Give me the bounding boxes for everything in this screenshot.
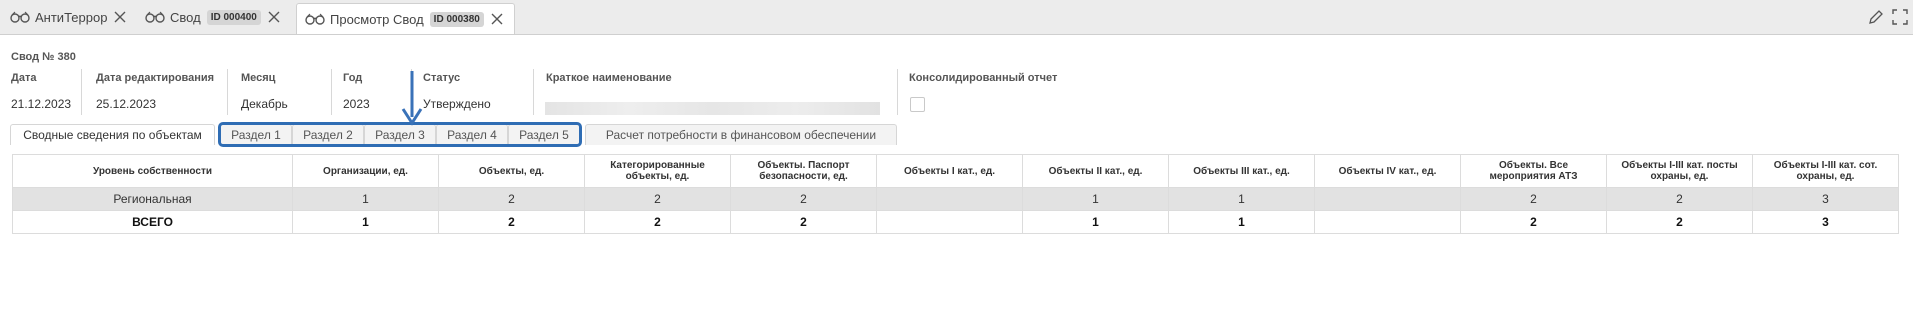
id-badge: ID 000400 [206,9,261,25]
column-header[interactable]: Объекты II кат., ед. [1022,154,1169,188]
table-cell: 2 [584,187,731,211]
field-value: Декабрь [241,97,288,111]
arrow-down-icon [401,71,423,126]
consolidated-checkbox[interactable] [910,97,925,112]
column-header[interactable]: Объекты I-III кат. сот. охраны, ед. [1752,154,1899,188]
pencil-icon[interactable] [1867,8,1885,26]
tab-summary[interactable]: Сводные сведения по объектам [10,124,215,145]
table-cell [1314,187,1461,211]
redacted-value [545,102,880,115]
table-cell: 2 [1606,187,1753,211]
column-header[interactable]: Категорированные объекты, ед. [584,154,731,188]
field-label: Дата редактирования [96,72,215,84]
close-icon[interactable] [490,12,504,26]
field-status: Статус Утверждено [423,72,491,111]
table-cell: ВСЕГО [12,210,293,234]
column-header[interactable]: Объекты III кат., ед. [1168,154,1315,188]
close-icon[interactable] [113,10,127,24]
summary-table: Уровень собственности Организации, ед. О… [12,154,1899,234]
field-edit-date: Дата редактирования 25.12.2023 [96,72,214,111]
table-cell: 1 [1168,210,1315,234]
divider [897,69,898,115]
field-label: Статус [423,72,461,84]
divider [331,69,332,115]
table-cell: 1 [1022,187,1169,211]
table-cell: 2 [1606,210,1753,234]
field-value: Утверждено [423,97,491,111]
table-cell: 2 [1460,210,1607,234]
table-row[interactable]: Региональная 1 2 2 2 1 1 2 2 3 [12,187,1899,211]
table-cell [876,187,1023,211]
column-header[interactable]: Объекты I-III кат. посты охраны, ед. [1606,154,1753,188]
table-cell: 1 [1168,187,1315,211]
field-label: Краткое наименование [546,72,672,84]
table-row-total[interactable]: ВСЕГО 1 2 2 2 1 1 2 2 3 [12,210,1899,234]
table-header-row: Уровень собственности Организации, ед. О… [12,154,1899,188]
id-badge: ID 000380 [429,11,484,27]
tab-label: Свод [170,9,201,25]
field-date: Дата 21.12.2023 [11,72,71,111]
fullscreen-icon[interactable] [1891,8,1909,26]
table-cell: 2 [730,210,877,234]
tab-funding[interactable]: Расчет потребности в финансовом обеспече… [585,124,897,145]
column-header[interactable]: Объекты. Паспорт безопасности, ед. [730,154,877,188]
field-label: Год [343,72,363,84]
field-value: 21.12.2023 [11,97,72,111]
field-month: Месяц Декабрь [241,72,288,111]
table-cell: 2 [584,210,731,234]
divider [227,69,228,115]
field-consolidated: Консолидированный отчет [909,72,1057,86]
glasses-icon [305,13,325,25]
table-cell: 2 [1460,187,1607,211]
field-label: Консолидированный отчет [909,72,1058,84]
table-cell [876,210,1023,234]
tab-antiterror[interactable]: АнтиТеррор [10,3,127,31]
table-cell: 1 [1022,210,1169,234]
field-value: 25.12.2023 [96,97,157,111]
table-cell: 2 [438,187,585,211]
column-header[interactable]: Объекты IV кат., ед. [1314,154,1461,188]
glasses-icon [145,11,165,23]
table-cell: 3 [1752,210,1899,234]
tab-svod[interactable]: Свод ID 000400 [145,3,281,31]
page-title: Свод № 380 [11,51,76,63]
table-cell: 2 [730,187,877,211]
table-cell: 2 [438,210,585,234]
field-year: Год 2023 [343,72,370,111]
column-header[interactable]: Объекты. Все мероприятия АТЗ [1460,154,1607,188]
table-cell: 1 [292,210,439,234]
divider [533,69,534,115]
field-label: Месяц [241,72,276,84]
column-header[interactable]: Объекты, ед. [438,154,585,188]
table-cell: Региональная [12,187,293,211]
table-cell [1314,210,1461,234]
table-cell: 3 [1752,187,1899,211]
tab-bar: АнтиТеррор Свод ID 000400 Просмотр Свод … [0,0,1913,34]
tab-label: АнтиТеррор [35,9,108,25]
column-header[interactable]: Объекты I кат., ед. [876,154,1023,188]
divider [81,69,82,115]
tab-prosmotr-svod[interactable]: Просмотр Свод ID 000380 [296,3,515,34]
close-icon[interactable] [267,10,281,24]
table-cell: 1 [292,187,439,211]
content-panel: Свод № 380 Дата 21.12.2023 Дата редактир… [0,34,1913,330]
column-header[interactable]: Организации, ед. [292,154,439,188]
tab-label: Просмотр Свод [330,11,424,27]
glasses-icon [10,11,30,23]
field-label: Дата [11,72,37,84]
column-header[interactable]: Уровень собственности [12,154,293,188]
field-value: 2023 [343,97,370,111]
field-short-name: Краткое наименование [546,72,672,86]
